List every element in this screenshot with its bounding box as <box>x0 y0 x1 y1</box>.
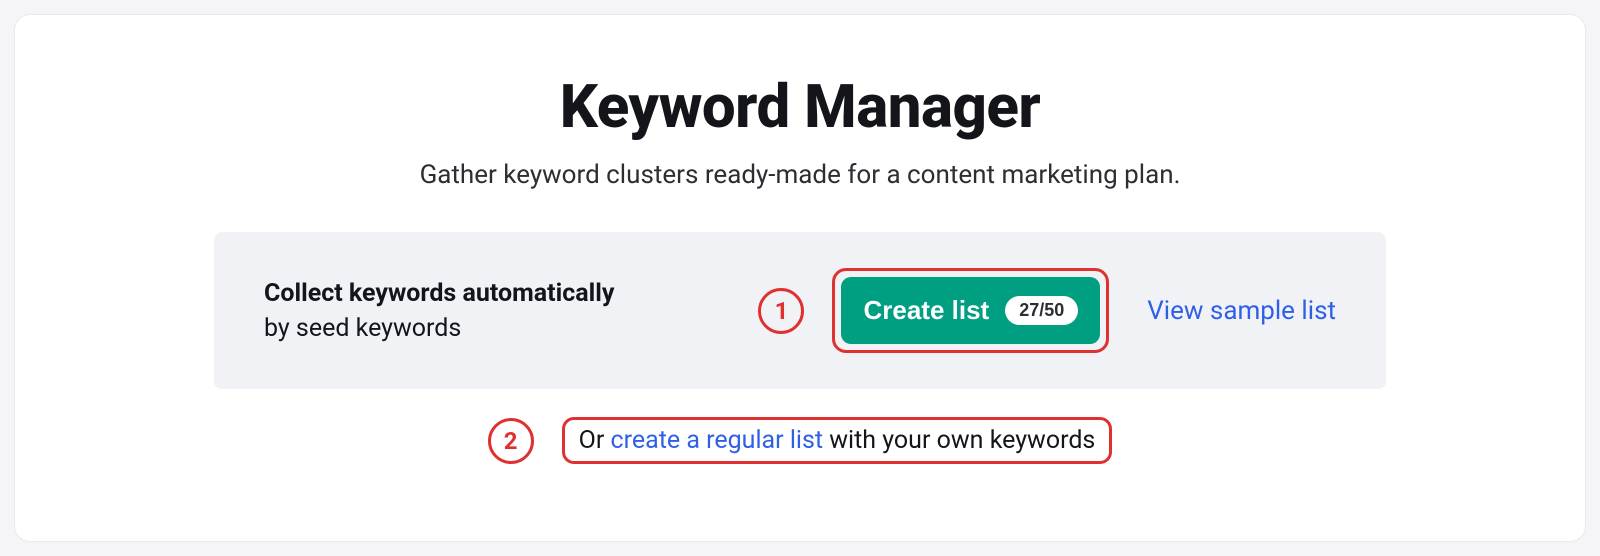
collect-panel: Collect keywords automatically by seed k… <box>214 232 1386 389</box>
annotation-highlight-2: Or create a regular list with your own k… <box>562 417 1113 464</box>
alternative-row: 2 Or create a regular list with your own… <box>488 417 1113 464</box>
panel-heading: Collect keywords automatically <box>264 279 614 308</box>
create-list-button[interactable]: Create list 27/50 <box>841 277 1100 344</box>
alt-text-suffix: with your own keywords <box>823 426 1095 455</box>
view-sample-link[interactable]: View sample list <box>1147 296 1336 326</box>
main-card: Keyword Manager Gather keyword clusters … <box>14 14 1586 542</box>
create-list-label: Create list <box>863 295 989 326</box>
annotation-marker-1: 1 <box>758 288 804 334</box>
alt-text-prefix: Or <box>579 426 611 455</box>
quota-badge: 27/50 <box>1005 296 1078 325</box>
page-title: Keyword Manager <box>560 71 1041 142</box>
panel-subheading: by seed keywords <box>264 314 614 343</box>
annotation-highlight-1: Create list 27/50 <box>832 268 1109 353</box>
page-subtitle: Gather keyword clusters ready-made for a… <box>420 160 1181 190</box>
annotation-marker-2: 2 <box>488 418 534 464</box>
create-regular-list-link[interactable]: create a regular list <box>611 426 824 455</box>
panel-description: Collect keywords automatically by seed k… <box>264 279 614 343</box>
